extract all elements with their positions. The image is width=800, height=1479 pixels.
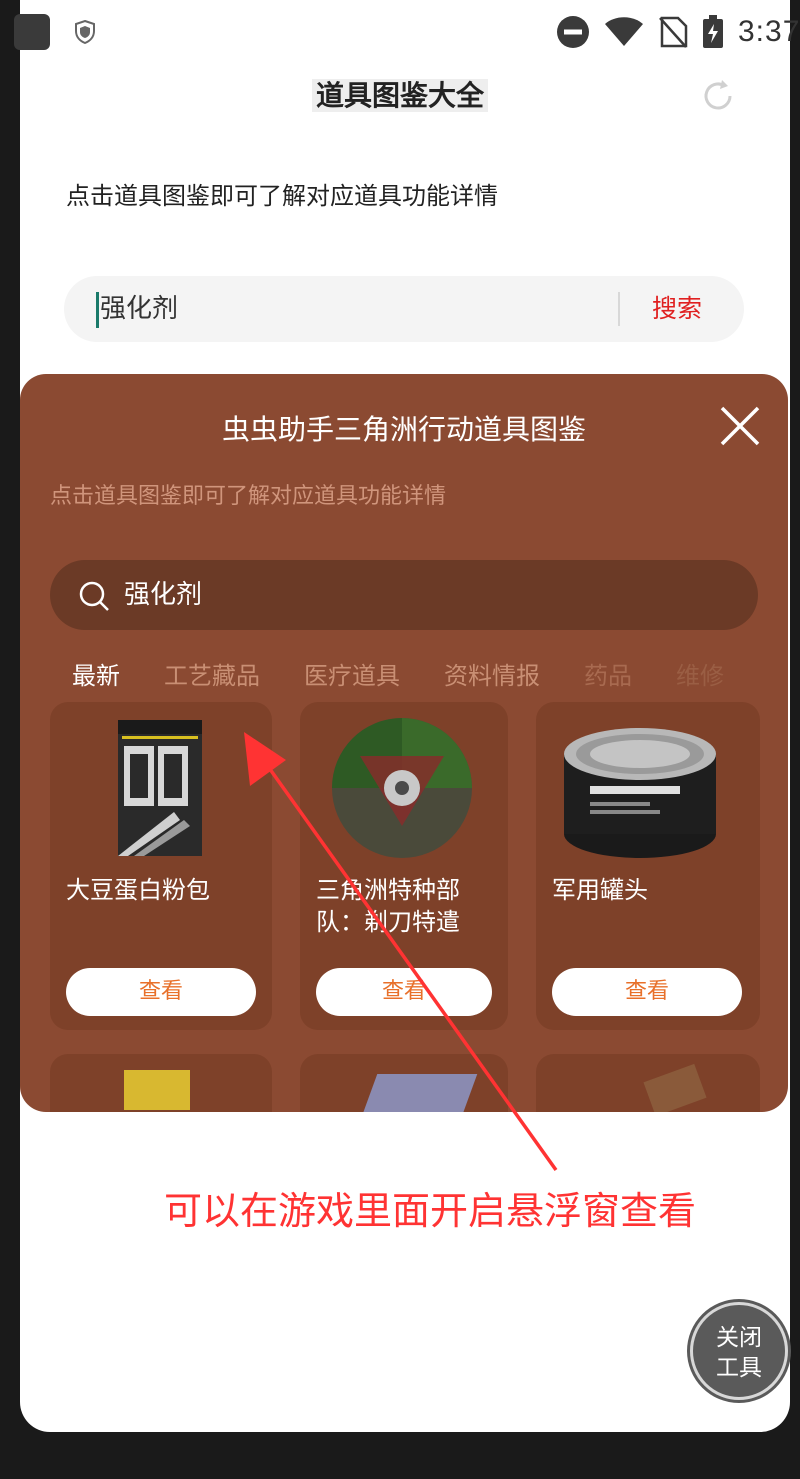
status-bar: 3:37 [0,0,800,62]
wifi-icon [605,17,643,46]
search-divider [618,292,620,326]
search-icon [79,581,109,611]
search-input[interactable]: 强化剂 [100,276,600,342]
item-card[interactable] [50,1054,272,1112]
item-card[interactable] [536,1054,760,1112]
item-image [362,1074,478,1112]
device-frame-bottom [0,1432,800,1479]
notification-icon [14,14,50,50]
item-card[interactable]: 三角洲特种部队：剃刀特遣 查看 [300,702,508,1030]
protein-pack-image [118,720,202,856]
close-tool-label-2: 工具 [716,1355,762,1381]
tab-latest[interactable]: 最新 [72,656,120,691]
page-title: 道具图鉴大全 [20,74,790,114]
category-tabs: 最新 工艺藏品 医疗道具 资料情报 药品 维修 [72,656,788,696]
item-name: 大豆蛋白粉包 [66,876,210,904]
view-button[interactable]: 查看 [66,968,256,1016]
battery-charging-icon [703,15,723,48]
close-tool-button[interactable]: 关闭 工具 [690,1302,788,1400]
device-frame [0,0,20,1479]
no-sim-icon [659,16,688,48]
floating-search-bar[interactable]: 强化剂 [50,560,758,630]
tab-medical[interactable]: 医疗道具 [304,656,400,691]
annotation-text: 可以在游戏里面开启悬浮窗查看 [163,1189,696,1233]
view-button[interactable]: 查看 [552,968,742,1016]
refresh-icon[interactable] [700,78,736,114]
floating-window-title: 虫虫助手三角洲行动道具图鉴 [221,413,586,446]
item-image [643,1063,707,1112]
tab-repair[interactable]: 维修 [676,656,724,691]
view-button[interactable]: 查看 [316,968,492,1016]
do-not-disturb-icon [557,16,589,48]
close-icon[interactable] [718,404,762,448]
item-card[interactable]: 军用罐头 查看 [536,702,760,1030]
floating-search-input[interactable]: 强化剂 [124,560,202,630]
search-bar: 强化剂 搜索 [64,276,744,342]
disc-image [332,718,472,858]
item-image [124,1070,190,1110]
tab-medicine[interactable]: 药品 [584,656,632,691]
canned-food-image [564,728,716,858]
item-card[interactable]: 大豆蛋白粉包 查看 [50,702,272,1030]
status-icons: 3:37 [556,14,800,50]
search-button[interactable]: 搜索 [652,276,702,342]
tab-crafts[interactable]: 工艺藏品 [164,656,260,691]
close-tool-label-1: 关闭 [716,1325,762,1351]
item-card[interactable] [300,1054,508,1112]
floating-window: 虫虫助手三角洲行动道具图鉴 点击道具图鉴即可了解对应道具功能详情 强化剂 最新 工… [20,374,788,1112]
text-cursor [96,292,99,328]
floating-window-subtitle: 点击道具图鉴即可了解对应道具功能详情 [50,484,447,509]
page-subtitle: 点击道具图鉴即可了解对应道具功能详情 [66,182,498,210]
item-name: 军用罐头 [552,876,648,904]
item-name: 三角洲特种部队：剃刀特遣 [316,876,460,936]
status-time: 3:37 [738,15,800,48]
tab-intel[interactable]: 资料情报 [444,656,540,691]
shield-icon [75,20,95,44]
